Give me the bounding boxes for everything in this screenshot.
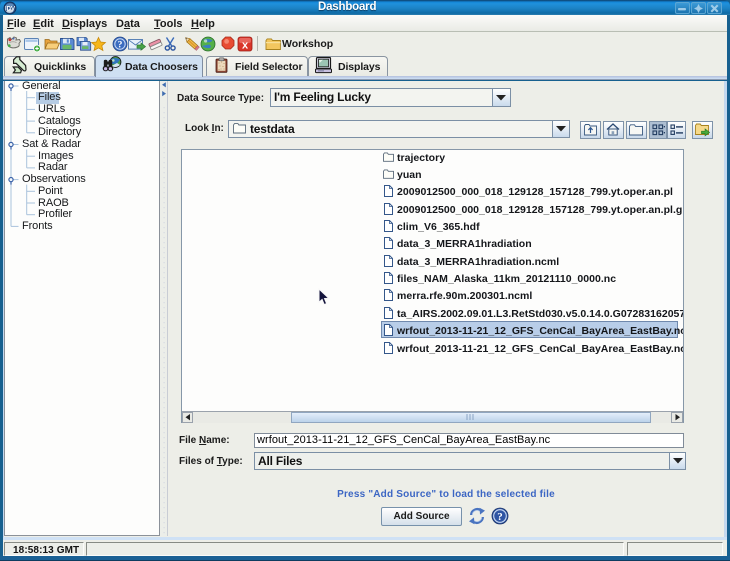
svg-text:?: ? [118, 41, 123, 51]
svg-text:?: ? [497, 511, 503, 523]
svg-text:x: x [242, 39, 249, 51]
svg-text:IDV: IDV [5, 6, 15, 12]
